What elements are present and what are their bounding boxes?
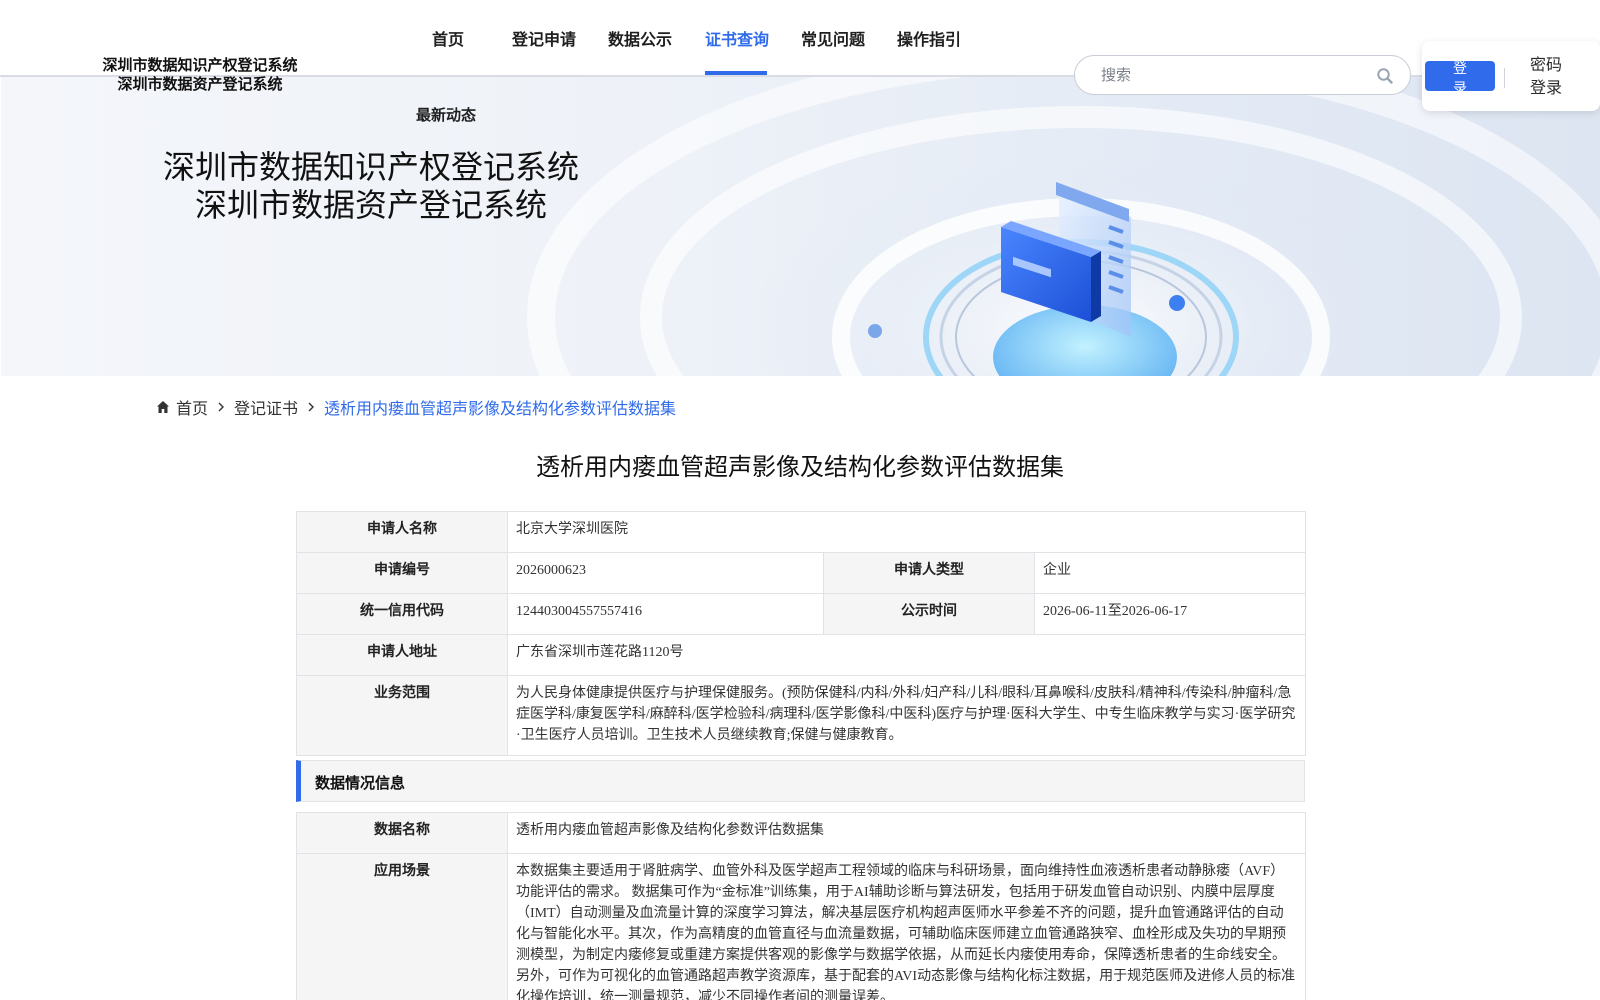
table-row: 数据名称 透析用内瘘血管超声影像及结构化参数评估数据集	[296, 812, 1306, 854]
applicant-address-label: 申请人地址	[296, 634, 508, 676]
chevron-right-icon	[218, 402, 225, 412]
applicant-info-table: 申请人名称 北京大学深圳医院 申请编号 2026000623 申请人类型 企业 …	[296, 511, 1306, 756]
search-input[interactable]	[1101, 65, 1361, 85]
login-button[interactable]: 登录	[1425, 61, 1495, 91]
applicant-type-value: 企业	[1034, 552, 1306, 594]
application-number-value: 2026000623	[507, 552, 824, 594]
data-name-label: 数据名称	[296, 812, 508, 854]
site-title-line2: 深圳市数据资产登记系统	[117, 75, 283, 93]
table-row: 业务范围 为人民身体健康提供医疗与护理保健服务。(预防保健科/内科/外科/妇产科…	[296, 675, 1306, 756]
login-button-label: 登录	[1453, 61, 1467, 91]
business-scope-label: 业务范围	[296, 675, 508, 756]
application-scenario-value: 本数据集主要适用于肾脏病学、血管外科及医学超声工程领域的临床与科研场景，面向维持…	[507, 853, 1306, 1000]
credit-code-value: 124403004557557416	[507, 593, 824, 635]
publicity-time-value: 2026-06-11至2026-06-17	[1034, 593, 1306, 635]
banner-title: 深圳市数据知识产权登记系统 深圳市数据资产登记系统	[141, 148, 601, 224]
chevron-right-icon	[308, 402, 315, 412]
search-icon[interactable]	[1376, 67, 1394, 85]
hero-banner: 深圳市数据知识产权登记系统 深圳市数据资产登记系统	[1, 77, 1600, 376]
banner-title-line2: 深圳市数据资产登记系统	[194, 186, 547, 224]
login-panel: 登录 密码登录	[1422, 41, 1600, 111]
data-info-table: 数据名称 透析用内瘘血管超声影像及结构化参数评估数据集 应用场景 本数据集主要适…	[296, 812, 1306, 1000]
site-title[interactable]: 深圳市数据知识产权登记系统 深圳市数据资产登记系统	[84, 56, 316, 94]
nav-item-home[interactable]: 首页	[432, 26, 464, 50]
table-row: 应用场景 本数据集主要适用于肾脏病学、血管外科及医学超声工程领域的临床与科研场景…	[296, 853, 1306, 1000]
table-row: 申请人地址 广东省深圳市莲花路1120号	[296, 634, 1306, 676]
applicant-type-label: 申请人类型	[823, 552, 1035, 594]
password-login-link[interactable]: 密码登录	[1530, 53, 1570, 99]
data-info-section-header: 数据情况信息	[296, 760, 1305, 802]
banner-illustration	[527, 77, 1600, 376]
search-box	[1074, 55, 1411, 95]
active-nav-indicator	[705, 71, 767, 75]
breadcrumb-certificates[interactable]: 登记证书	[234, 395, 298, 419]
nav-item-data-publicity[interactable]: 数据公示	[608, 26, 672, 50]
home-icon[interactable]	[156, 400, 170, 414]
application-number-label: 申请编号	[296, 552, 508, 594]
publicity-time-label: 公示时间	[823, 593, 1035, 635]
application-scenario-label: 应用场景	[296, 853, 508, 1000]
section-heading: 数据情况信息	[315, 774, 406, 792]
nav-item-certificate-query[interactable]: 证书查询	[705, 26, 769, 50]
table-row: 申请编号 2026000623 申请人类型 企业	[296, 552, 1306, 594]
table-row: 统一信用代码 124403004557557416 公示时间 2026-06-1…	[296, 593, 1306, 635]
breadcrumb-home[interactable]: 首页	[176, 395, 208, 419]
page-title: 透析用内瘘血管超声影像及结构化参数评估数据集	[536, 453, 1064, 481]
breadcrumb-current[interactable]: 透析用内瘘血管超声影像及结构化参数评估数据集	[324, 395, 676, 419]
business-scope-value: 为人民身体健康提供医疗与护理保健服务。(预防保健科/内科/外科/妇产科/儿科/眼…	[507, 675, 1306, 756]
nav-item-register-apply[interactable]: 登记申请	[512, 26, 576, 50]
site-title-line1: 深圳市数据知识产权登记系统	[102, 56, 298, 74]
data-name-value: 透析用内瘘血管超声影像及结构化参数评估数据集	[507, 812, 1306, 854]
nav-item-faq[interactable]: 常见问题	[801, 26, 865, 50]
banner-title-line1: 深圳市数据知识产权登记系统	[162, 148, 579, 186]
credit-code-label: 统一信用代码	[296, 593, 508, 635]
login-divider	[1504, 68, 1505, 88]
nav-item-latest-news[interactable]: 最新动态	[416, 104, 476, 125]
applicant-name-label: 申请人名称	[296, 511, 508, 553]
nav-item-operation-guide[interactable]: 操作指引	[897, 26, 961, 50]
breadcrumb: 首页 登记证书 透析用内瘘血管超声影像及结构化参数评估数据集	[156, 396, 676, 418]
applicant-address-value: 广东省深圳市莲花路1120号	[507, 634, 1306, 676]
table-row: 申请人名称 北京大学深圳医院	[296, 511, 1306, 553]
applicant-name-value: 北京大学深圳医院	[507, 511, 1306, 553]
